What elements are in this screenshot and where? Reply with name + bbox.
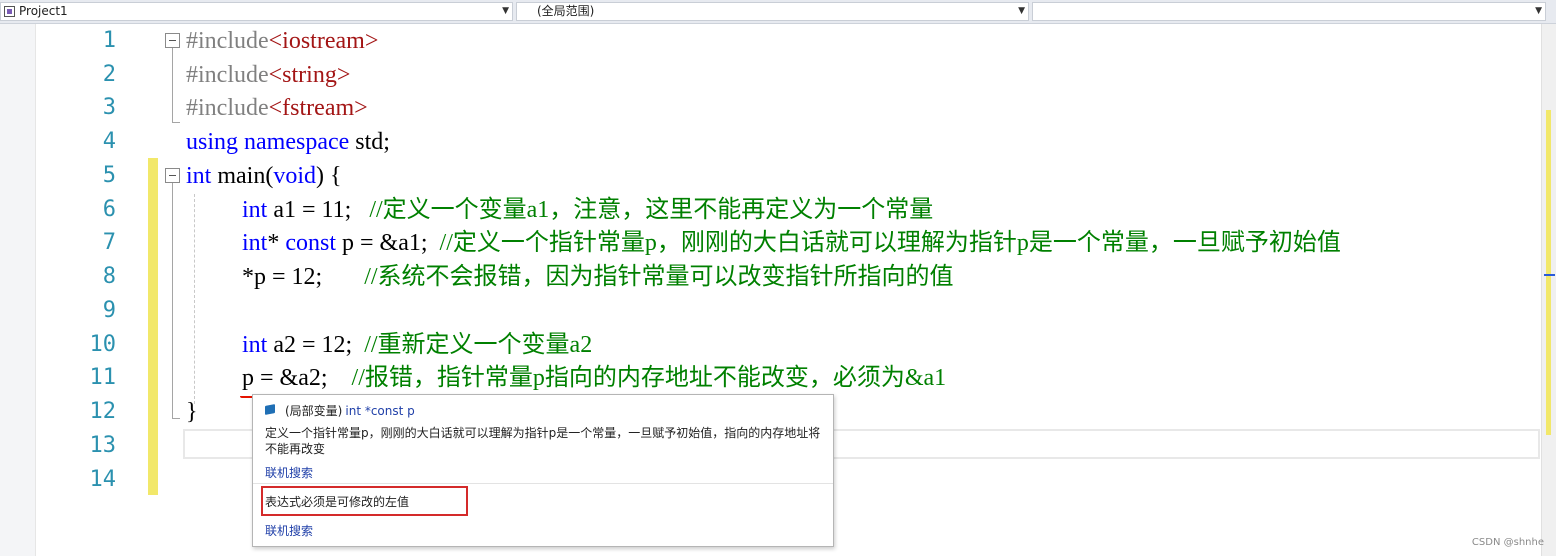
code-text: ) { [316, 163, 342, 189]
include-header: <fstream> [268, 95, 368, 121]
line-number: 12 [89, 399, 117, 424]
preprocessor-directive: #include [186, 95, 269, 121]
line-number: 10 [89, 332, 117, 357]
local-variable-icon [265, 404, 275, 415]
code-line-3[interactable]: #include<fstream> [186, 91, 368, 125]
scope-dropdown[interactable]: (全局范围) ▼ [516, 2, 1029, 21]
scope-dropdown-label: (全局范围) [537, 4, 595, 18]
line-number: 8 [102, 264, 116, 289]
watermark: CSDN @shnhe [1471, 537, 1544, 548]
line-number: 7 [102, 230, 116, 255]
comment: //系统不会报错，因为指针常量可以改变指针所指向的值 [364, 264, 954, 290]
scrollbar-caret-marker [1544, 274, 1555, 276]
comment: //报错，指针常量p指向的内存地址不能改变，必须为&a1 [351, 365, 947, 391]
line-number: 3 [102, 95, 116, 120]
collapse-region-icon[interactable] [165, 168, 180, 183]
code-line-7[interactable]: int* const p = &a1; //定义一个指针常量p，刚刚的大白话就可… [242, 226, 1341, 260]
code-text: * [267, 230, 286, 256]
keyword: const [285, 230, 337, 256]
code-line-8[interactable]: *p = 12; //系统不会报错，因为指针常量可以改变指针所指向的值 [242, 260, 954, 294]
line-number: 1 [102, 28, 116, 53]
tooltip-description: 定义一个指针常量p，刚刚的大白话就可以理解为指针p是一个常量，一旦赋予初始值，指… [265, 426, 821, 456]
glyph-margin[interactable] [0, 24, 36, 556]
keyword: int [242, 197, 268, 223]
code-text: *p = 12; [242, 264, 365, 290]
keyword: int [186, 163, 212, 189]
outline-guide-end [172, 418, 180, 419]
preprocessor-directive: #include [186, 62, 269, 88]
symbol-kind: (局部变量) [285, 404, 343, 418]
search-online-link[interactable]: 联机搜索 [265, 464, 313, 481]
line-number: 6 [102, 197, 116, 222]
keyword: namespace [244, 129, 350, 155]
code-line-11[interactable]: p = &a2; //报错，指针常量p指向的内存地址不能改变，必须为&a1 [242, 361, 946, 395]
outline-guide [172, 183, 173, 418]
code-line-10[interactable]: int a2 = 12; //重新定义一个变量a2 [242, 328, 592, 362]
keyword: int [242, 332, 268, 358]
member-dropdown[interactable]: ▼ [1032, 2, 1546, 21]
symbol-signature: int *const p [345, 404, 415, 418]
indent-guide [194, 194, 195, 404]
project-dropdown-label: Project1 [19, 4, 68, 18]
chevron-down-icon[interactable]: ▼ [1018, 3, 1025, 20]
line-number: 5 [102, 163, 116, 188]
code-line-2[interactable]: #include<string> [186, 58, 350, 92]
divider [253, 483, 833, 484]
keyword: int [242, 230, 268, 256]
vertical-scrollbar[interactable] [1541, 24, 1556, 556]
project-dropdown[interactable]: Project1 ▼ [0, 2, 513, 21]
keyword: void [273, 163, 316, 189]
line-number: 2 [102, 62, 116, 87]
line-number: 13 [89, 433, 117, 458]
code-text: p = &a2; [242, 365, 352, 391]
comment: //定义一个变量a1，注意，这里不能再定义为一个常量 [369, 197, 934, 223]
error-message: 表达式必须是可修改的左值 [265, 495, 410, 509]
quick-info-tooltip: (局部变量) int *const p 定义一个指针常量p，刚刚的大白话就可以理解… [252, 394, 834, 547]
code-text: p = &a1; [336, 230, 440, 256]
include-header: <string> [268, 62, 351, 88]
search-online-link[interactable]: 联机搜索 [265, 522, 313, 539]
code-line-12[interactable]: } [186, 395, 198, 429]
scrollbar-change-marker [1546, 110, 1551, 435]
code-text: a1 = 11; [267, 197, 370, 223]
code-text: main( [211, 163, 274, 189]
collapse-region-icon[interactable] [165, 33, 180, 48]
navigation-bar: Project1 ▼ (全局范围) ▼ ▼ [0, 0, 1556, 24]
code-text: } [186, 399, 198, 425]
outline-guide [172, 48, 173, 122]
include-header: <iostream> [268, 28, 379, 54]
code-line-5[interactable]: int main(void) { [186, 159, 342, 193]
project-icon [4, 6, 15, 17]
outline-guide-end [172, 122, 180, 123]
code-text: std; [349, 129, 390, 155]
code-line-1[interactable]: #include<iostream> [186, 24, 378, 58]
code-line-6[interactable]: int a1 = 11; //定义一个变量a1，注意，这里不能再定义为一个常量 [242, 193, 933, 227]
line-number: 14 [89, 467, 117, 492]
line-number: 9 [102, 298, 116, 323]
comment: //重新定义一个变量a2 [364, 332, 593, 358]
line-number: 4 [102, 129, 116, 154]
chevron-down-icon[interactable]: ▼ [1535, 3, 1542, 20]
preprocessor-directive: #include [186, 28, 269, 54]
comment: //定义一个指针常量p，刚刚的大白话就可以理解为指针p是一个常量，一旦赋予初始值 [439, 230, 1341, 256]
change-tracking-marker [148, 158, 158, 495]
code-line-4[interactable]: using namespace std; [186, 125, 390, 159]
keyword: using [186, 129, 239, 155]
code-text: a2 = 12; [267, 332, 365, 358]
tooltip-signature: (局部变量) int *const p [285, 402, 415, 419]
chevron-down-icon[interactable]: ▼ [502, 3, 509, 20]
line-number: 11 [89, 365, 117, 390]
